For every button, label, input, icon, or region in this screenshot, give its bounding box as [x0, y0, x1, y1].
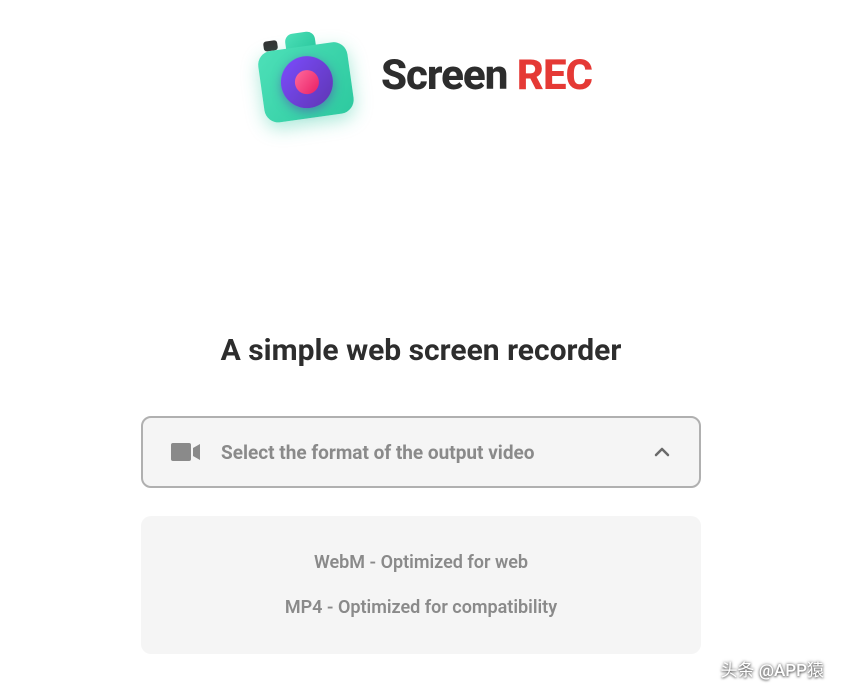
header: Screen REC	[0, 0, 842, 133]
video-camera-icon	[171, 441, 201, 463]
logo-text-accent: REC	[517, 51, 592, 100]
watermark: 头条 @APP猿	[721, 656, 824, 681]
app-logo-text: Screen REC	[381, 51, 592, 100]
format-option-mp4[interactable]: MP4 - Optimized for compatibility	[141, 585, 701, 630]
format-dropdown-options: WebM - Optimized for web MP4 - Optimized…	[141, 516, 701, 654]
main-content: A simple web screen recorder Select the …	[0, 333, 842, 654]
camera-logo-icon	[243, 11, 373, 141]
format-dropdown: Select the format of the output video We…	[141, 416, 701, 654]
format-option-webm[interactable]: WebM - Optimized for web	[141, 540, 701, 585]
format-dropdown-label: Select the format of the output video	[221, 441, 653, 464]
format-dropdown-trigger[interactable]: Select the format of the output video	[141, 416, 701, 488]
chevron-up-icon	[653, 443, 671, 461]
tagline: A simple web screen recorder	[221, 333, 622, 368]
logo-text-primary: Screen	[381, 51, 517, 100]
